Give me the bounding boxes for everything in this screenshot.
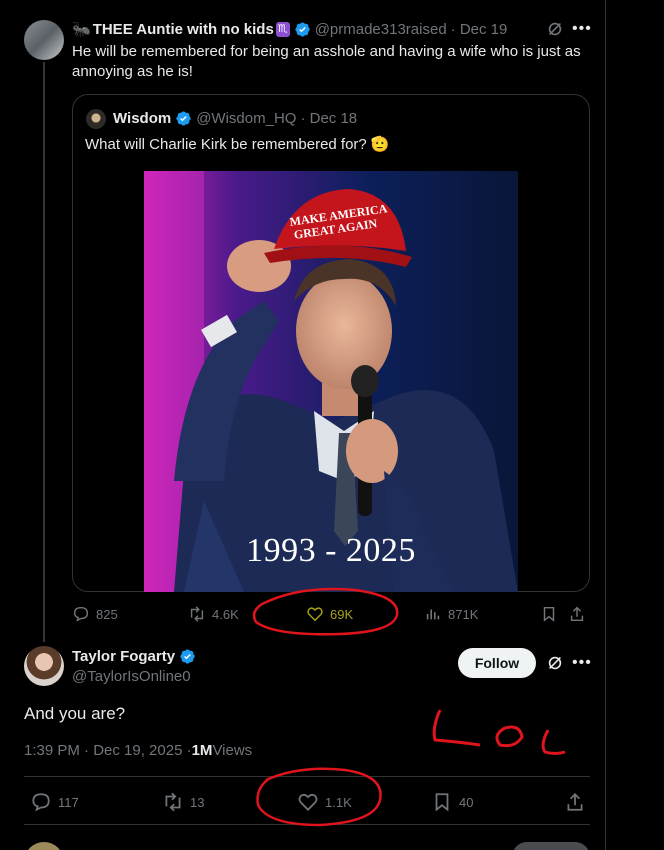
bookmark-count: 40 (459, 794, 474, 810)
repost-button[interactable]: 4.6K (188, 605, 239, 623)
like-count: 69K (330, 606, 354, 622)
tweet-text: He will be remembered for being an assho… (72, 43, 581, 80)
timeline-column: 🐜 THEE Auntie with no kids ♏ @prmade313r… (0, 0, 606, 850)
divider (24, 776, 590, 777)
handle[interactable]: @Wisdom_HQ (196, 110, 296, 127)
follow-button[interactable]: Follow (458, 648, 536, 678)
share-button[interactable] (568, 605, 592, 623)
reply-icon (32, 793, 50, 812)
avatar[interactable] (86, 109, 106, 129)
bookmark-icon (435, 793, 449, 812)
grok-icon[interactable] (546, 654, 570, 672)
right-sidebar (607, 0, 664, 850)
share-icon (567, 793, 583, 811)
repost-icon (165, 792, 181, 812)
views-label: Views (212, 742, 253, 759)
display-name[interactable]: Wisdom (113, 110, 171, 127)
reply-button[interactable]: 117 (30, 791, 79, 813)
heart-icon (307, 607, 323, 622)
reply-count: 117 (58, 794, 79, 810)
handle[interactable]: @prmade313raised (315, 21, 447, 38)
divider (24, 824, 590, 825)
bookmark-icon (543, 606, 555, 622)
thread-connector (43, 62, 45, 642)
bookmark-button[interactable] (540, 605, 564, 623)
follow-button[interactable] (512, 842, 590, 850)
views-button[interactable]: 871K (424, 605, 478, 623)
tweet-text: And you are? (24, 704, 126, 723)
like-count: 1.1K (325, 794, 352, 810)
repost-count: 4.6K (212, 606, 239, 622)
reply-count: 825 (96, 606, 118, 622)
timestamp[interactable]: 1:39 PM · Dec 19, 2025 · (24, 742, 192, 759)
reply-button[interactable]: 825 (72, 605, 118, 623)
reply-icon (73, 606, 89, 622)
zodiac-badge: ♏ (275, 21, 290, 37)
memorial-caption: 1993 - 2025 (246, 532, 416, 569)
display-name[interactable]: THEE Auntie with no kids (93, 21, 274, 38)
display-name[interactable]: Taylor Fogarty (72, 648, 175, 665)
quoted-tweet-header: Wisdom @Wisdom_HQ · Dec 18 (113, 110, 357, 127)
verified-badge-icon (176, 111, 191, 126)
avatar[interactable] (24, 20, 64, 60)
bookmark-button[interactable]: 40 (431, 791, 473, 813)
quoted-tweet-image[interactable]: MAKE AMERICA GREAT AGAIN 1993 - 2025 (144, 171, 518, 592)
share-button[interactable] (564, 791, 592, 813)
repost-icon (190, 606, 204, 622)
share-icon (570, 606, 584, 622)
quoted-tweet-text: What will Charlie Kirk be remembered for… (85, 136, 390, 153)
timestamp[interactable]: · Dec 19 (451, 21, 508, 38)
avatar[interactable] (24, 842, 64, 850)
tweet-meta: 1:39 PM · Dec 19, 2025 · 1M Views (24, 742, 252, 759)
verified-badge-icon (295, 21, 310, 37)
views-count: 1M (191, 742, 213, 759)
repost-button[interactable]: 13 (162, 791, 204, 813)
analytics-icon (426, 609, 440, 620)
tweet-header: 🐜 THEE Auntie with no kids ♏ @prmade313r… (72, 20, 508, 39)
bug-emoji-icon: 🐜 (72, 21, 91, 38)
portrait-illustration: MAKE AMERICA GREAT AGAIN (144, 171, 518, 592)
like-button[interactable]: 69K (306, 605, 353, 623)
avatar[interactable] (24, 646, 64, 686)
repost-count: 13 (190, 794, 205, 810)
more-options-icon[interactable]: ••• (572, 20, 592, 38)
view-count: 871K (448, 606, 479, 622)
verified-badge-icon (180, 649, 195, 664)
grok-icon[interactable] (546, 20, 570, 38)
like-button[interactable]: 1.1K (297, 791, 352, 813)
more-options-icon[interactable]: ••• (572, 654, 592, 672)
handle[interactable]: @TaylorIsOnline0 (72, 668, 191, 685)
timestamp[interactable]: · Dec 18 (300, 110, 357, 127)
tweet-header: Taylor Fogarty (72, 648, 200, 665)
heart-icon (298, 793, 318, 811)
